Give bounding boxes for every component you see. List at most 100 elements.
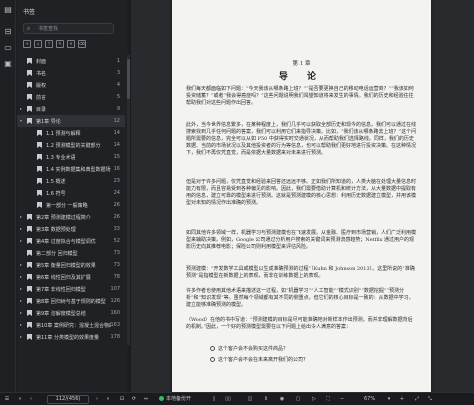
outline-item-page: 23 (113, 178, 120, 184)
bookmark-search[interactable]: ⌕ (23, 23, 114, 34)
collapsed-arrow-icon[interactable]: ▸ (20, 106, 22, 111)
bookmark-flag-icon (37, 154, 42, 160)
outline-item-label: 第5章 衡量回归模型的效果 (36, 263, 96, 269)
collapsed-arrow-icon[interactable]: ▸ (20, 298, 22, 303)
outline-item[interactable]: 第二部分 回归模型 73 (17, 247, 125, 259)
collapsed-arrow-icon[interactable]: ▸ (20, 310, 22, 315)
collapsed-arrow-icon[interactable]: ▸ (20, 322, 22, 327)
outline-item[interactable]: ▸ 第2章 预测建模过程简介 26 (17, 211, 125, 223)
collapsed-arrow-icon[interactable]: ▸ (20, 226, 22, 231)
eye-protection-icon[interactable]: ◉ (278, 395, 286, 404)
delete-bookmark-icon[interactable]: ✕ (67, 40, 75, 48)
edit-bookmark-icon[interactable]: ✎ (56, 40, 64, 48)
bookmark-flag-icon (27, 58, 32, 64)
outline-item-label: 第10章 案例研究：混凝土混合物的抗压强度 (36, 323, 111, 329)
outline-panel-icon[interactable]: ▤ (3, 5, 13, 15)
zoom-out-icon[interactable]: − (338, 395, 346, 404)
clear-bookmarks-icon[interactable]: ⌫ (78, 40, 86, 48)
rotate-icon[interactable]: ⟳ (130, 395, 138, 404)
bookmark-search-input[interactable] (38, 25, 112, 33)
bookmark-flag-icon (27, 118, 32, 124)
scroll-mode-icon[interactable]: ⇕ (262, 395, 270, 404)
outline-item-page: 178 (110, 334, 120, 340)
bookmark-flag-icon (27, 226, 32, 232)
paragraph: 预测建模：“开发数学工具或模型以生成准确预测的过程”（Kuhn 和 Johnso… (186, 266, 415, 280)
prev-page-icon[interactable]: ‹ (27, 395, 35, 404)
outline-item[interactable]: ▾ 第1章 导论 12 (17, 115, 125, 127)
sidebar-toggle-icon[interactable]: ☰ (3, 395, 11, 404)
collapsed-arrow-icon[interactable]: ▸ (20, 334, 22, 339)
outline-item[interactable]: 1.6 符号 24 (17, 187, 125, 199)
outline-item[interactable]: 封面 1 (17, 55, 125, 67)
thumbnail-icon[interactable]: ▭ (3, 43, 13, 53)
collapse-all-icon[interactable]: ↑ (45, 40, 53, 48)
paragraph: 许多作者也使用其他术语来描述这一过程，如“机器学习”“人工智能”“模式识别”“数… (186, 288, 414, 309)
backup-status-dot-icon (159, 396, 164, 401)
outline-item-label: 1.3 专业术语 (46, 155, 76, 161)
outline-item[interactable]: ▸ 第9章 溶解度模型总结 160 (17, 307, 125, 319)
fullscreen-icon[interactable]: ⛶ (324, 395, 332, 404)
zoom-level[interactable]: 67% (364, 395, 375, 404)
outline-item[interactable]: ▸ 第4章 过度拟合与模型调优 52 (17, 235, 125, 247)
outline-item[interactable]: 书名 3 (17, 67, 125, 79)
outline-item[interactable]: 1.4 实例数据集和典型数据场景 16 (17, 163, 125, 175)
bookmark-flag-icon (27, 322, 32, 328)
page-layout-icon[interactable]: ⊡ (118, 395, 126, 404)
collapsed-arrow-icon[interactable]: ▸ (20, 286, 22, 291)
outline-item[interactable]: 前言 5 (17, 91, 125, 103)
outline-item[interactable]: ▸ 第5章 衡量回归模型的效果 73 (17, 259, 125, 271)
bookmark-flag-icon (27, 310, 32, 316)
outline-item[interactable]: ▸ 第10章 案例研究：混凝土混合物的抗压强度163 (17, 319, 125, 331)
outline-item[interactable]: 1.1 预测与解释 14 (17, 127, 125, 139)
outline-item-page: 78 (113, 274, 120, 280)
bookmark-flag-icon (37, 142, 42, 148)
outline-item[interactable]: ▸ 第8章 回归树与基于规则的模型 126 (17, 295, 125, 307)
reading-mode-icon[interactable]: ▢ (294, 395, 302, 404)
last-page-icon[interactable]: » (104, 395, 112, 404)
chapter-title: 导 论 (278, 72, 325, 82)
outline-item-page: 9 (116, 106, 120, 112)
backup-status[interactable]: 本地备份开 (159, 395, 191, 404)
expand-window-icon[interactable]: ⤡ (426, 395, 434, 404)
document-viewer[interactable]: 第 1 章 导 论 我们每天都面临如下问题：“今天我该从哪条路上班？”“是否要更… (131, 0, 474, 392)
outline-item[interactable]: 1.3 专业术语 15 (17, 151, 125, 163)
collapsed-arrow-icon[interactable]: ▸ (20, 262, 22, 267)
collapsed-arrow-icon[interactable]: ▸ (20, 274, 22, 279)
collapsed-arrow-icon[interactable]: ▸ (20, 238, 22, 243)
outline-item-page: 4 (116, 82, 120, 88)
outline-scroll-thumb[interactable] (127, 59, 130, 99)
outline-item[interactable]: 1.2 预测模型的关键部分 14 (17, 139, 125, 151)
first-page-icon[interactable]: « (16, 395, 24, 404)
expand-all-icon[interactable]: ↓ (34, 40, 42, 48)
outline-item[interactable]: ▸ 第3章 数据预处理 33 (17, 223, 125, 235)
single-page-icon[interactable]: ▯ (210, 395, 218, 404)
bookmark-flag-icon (37, 178, 42, 184)
book-mode-icon[interactable]: ◫ (246, 395, 254, 404)
add-bookmark-icon[interactable]: + (23, 40, 31, 48)
outline-item-page: 5 (116, 94, 120, 100)
zoom-in-icon[interactable]: + (398, 395, 406, 404)
outline-item[interactable]: ▸ 第7章 非线性回归模型 107 (17, 283, 125, 295)
outline-scrollbar[interactable] (127, 55, 130, 345)
outline-item-label: 第8章 回归树与基于规则的模型 (36, 299, 106, 305)
fit-page-icon[interactable]: ⤢ (413, 395, 421, 404)
bookmark-icon[interactable]: ⊟ (3, 27, 13, 37)
page-number-input[interactable]: 112/(456) (47, 395, 89, 404)
outline-item[interactable]: ▸ 目录 9 (17, 103, 125, 115)
expand-arrow-icon[interactable]: ▾ (20, 118, 22, 123)
outline-item-label: 目录 (36, 107, 47, 113)
next-page-icon[interactable]: › (93, 395, 101, 404)
outline-item[interactable]: 第一部分 一般策略 26 (17, 199, 125, 211)
comments-icon[interactable]: ▣ (3, 59, 13, 69)
outline-item[interactable]: 版权 4 (17, 79, 125, 91)
paragraph: 但是对于许多问题，仅凭直觉和经验来回答还远远不够。正如我们所知道的，人类大脑在处… (186, 179, 417, 207)
outline-item[interactable]: ▸ 第6章 线性回归及其扩展 78 (17, 271, 125, 283)
play-icon[interactable]: ▷ (310, 395, 318, 404)
fit-width-icon[interactable]: ⇔ (142, 395, 150, 404)
collapsed-arrow-icon[interactable]: ▸ (20, 214, 22, 219)
paragraph: 此外，当今世界信息繁多，在某种程度上，我们几乎可以获取全部历史和现今的信息。我们… (186, 122, 417, 157)
zoom-dropdown-icon[interactable]: ▾ (385, 395, 393, 404)
outline-item[interactable]: ▸ 第11章 分类模型的效果度量 178 (17, 331, 125, 343)
double-page-icon[interactable]: ▯▯ (224, 395, 232, 404)
outline-item[interactable]: 1.5 概述 23 (17, 175, 125, 187)
